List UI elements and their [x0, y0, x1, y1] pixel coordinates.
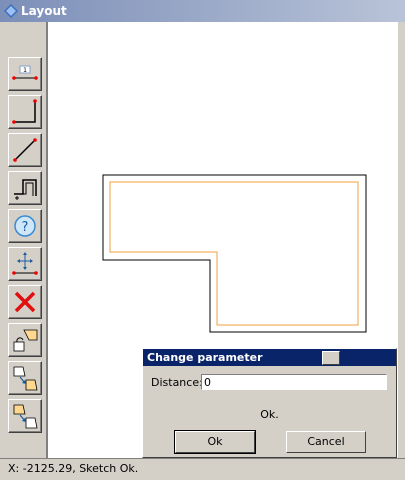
- step-shape-icon: [14, 179, 37, 200]
- cancel-button[interactable]: Cancel: [286, 431, 366, 453]
- dimension-tool-button[interactable]: 1: [8, 57, 42, 91]
- delete-button[interactable]: [8, 285, 42, 319]
- app-logo-icon: [4, 4, 18, 18]
- tool-palette: 1 ?: [0, 22, 48, 458]
- delete-icon: [14, 291, 36, 313]
- distance-input[interactable]: [201, 374, 387, 390]
- svg-text:1: 1: [23, 67, 27, 74]
- help-icon: ?: [14, 215, 36, 237]
- shape-transfer-up-icon: [13, 404, 38, 429]
- svg-text:?: ?: [22, 220, 29, 235]
- dialog-title: Change parameter: [147, 351, 263, 364]
- move-dimension-button[interactable]: [8, 247, 42, 281]
- shape-transfer-down-button[interactable]: [8, 361, 42, 395]
- shape-transfer-down-icon: [13, 366, 38, 391]
- corner-line-icon: [12, 99, 37, 124]
- status-bar: X: -2125.29, Sketch Ok.: [0, 458, 405, 480]
- offset-outline: [109, 181, 359, 326]
- vertical-scrollbar[interactable]: [398, 22, 405, 458]
- diagonal-line-icon: [13, 138, 37, 162]
- shape-transfer-up-button[interactable]: [8, 399, 42, 433]
- help-button[interactable]: ?: [8, 209, 42, 243]
- shape-rotate-button[interactable]: [8, 323, 42, 357]
- dimension-tool-icon: 1: [12, 65, 38, 80]
- change-parameter-dialog: Change parameter Distance: Ok. Ok Cancel: [142, 348, 397, 458]
- ok-button[interactable]: Ok: [174, 430, 256, 454]
- corner-line-button[interactable]: [8, 95, 42, 129]
- distance-label: Distance:: [151, 376, 203, 389]
- dialog-titlebar: Change parameter: [143, 349, 396, 366]
- move-dimension-icon: [12, 252, 38, 275]
- step-shape-button[interactable]: [8, 171, 42, 205]
- window-titlebar: Layout: [0, 0, 405, 22]
- window-title: Layout: [21, 4, 67, 18]
- outer-outline: [102, 174, 367, 333]
- shape-rotate-icon: [13, 329, 38, 352]
- status-text: X: -2125.29, Sketch Ok.: [8, 462, 139, 475]
- dialog-status-text: Ok.: [260, 408, 279, 421]
- diagonal-line-button[interactable]: [8, 133, 42, 167]
- print-icon[interactable]: [322, 351, 340, 365]
